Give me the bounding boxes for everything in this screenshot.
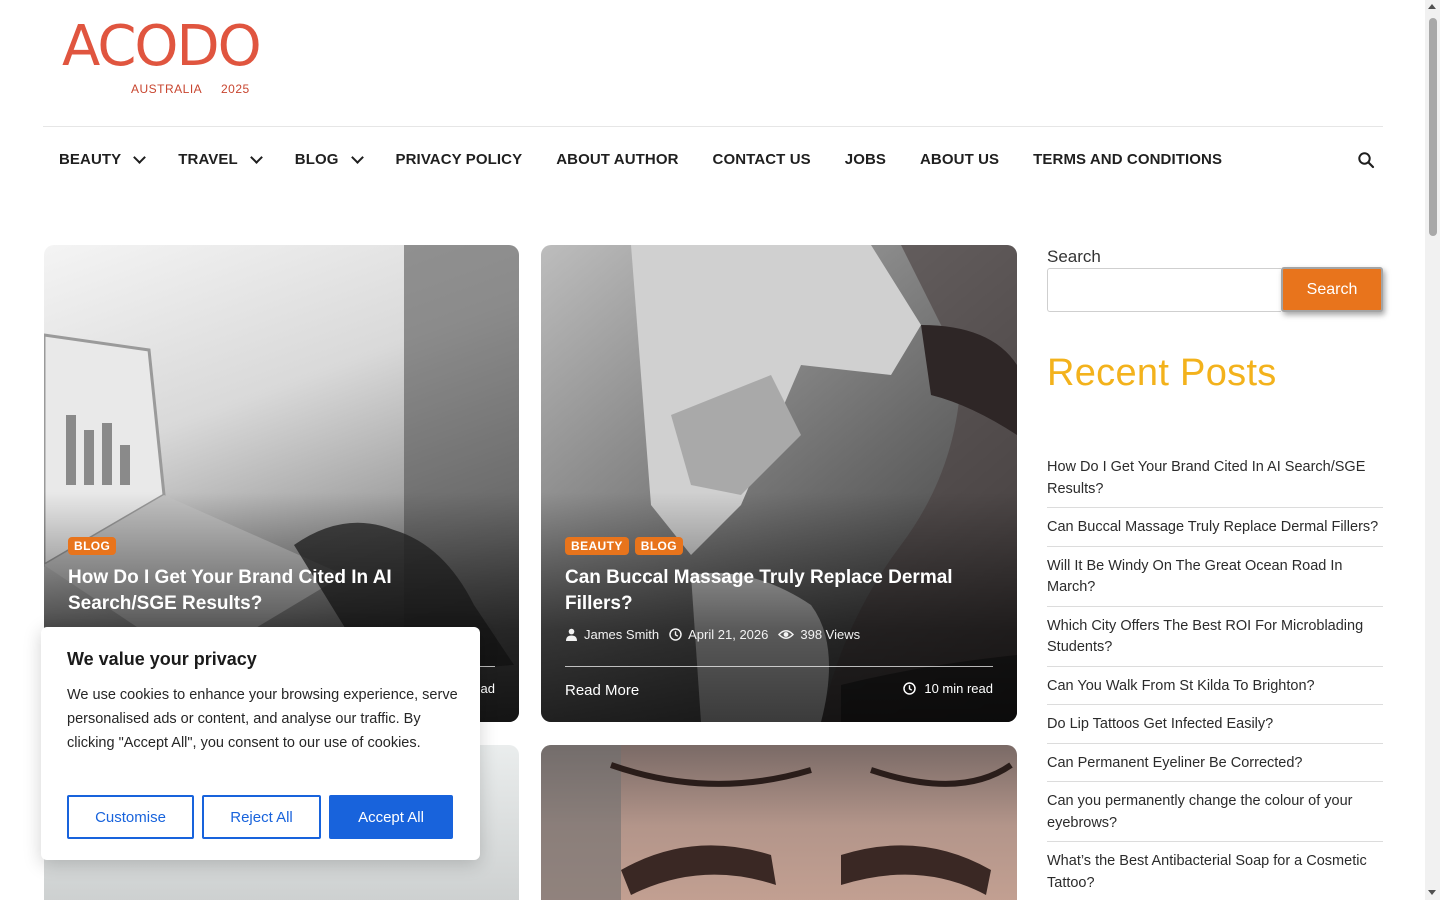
card-divider xyxy=(565,666,993,667)
user-icon xyxy=(566,628,577,641)
nav-item-about-us[interactable]: ABOUT US xyxy=(903,127,1016,192)
scrollbar-thumb[interactable] xyxy=(1429,18,1437,236)
clock-icon xyxy=(903,682,917,695)
post-categories: BEAUTY BLOG xyxy=(565,537,684,555)
post-image xyxy=(541,745,1013,900)
post-card[interactable] xyxy=(541,745,1017,900)
cookie-consent-banner: We value your privacy We use cookies to … xyxy=(41,627,480,860)
post-views: 398 Views xyxy=(778,627,860,642)
nav-item-terms[interactable]: TERMS AND CONDITIONS xyxy=(1016,127,1239,192)
site-logo[interactable]: ACODO AUSTRALIA 2025 xyxy=(62,16,322,106)
accept-all-button[interactable]: Accept All xyxy=(329,795,453,839)
post-card[interactable]: BEAUTY BLOG Can Buccal Massage Truly Rep… xyxy=(541,245,1017,722)
views-label: 398 Views xyxy=(800,627,861,642)
scroll-up-arrow-icon[interactable] xyxy=(1428,4,1436,9)
recent-posts-list: How Do I Get Your Brand Cited In AI Sear… xyxy=(1047,448,1383,900)
author-name: James Smith xyxy=(584,627,660,642)
eye-icon xyxy=(778,630,795,639)
nav-label: BLOG xyxy=(294,151,339,168)
post-author[interactable]: James Smith xyxy=(565,627,659,642)
nav-label: TRAVEL xyxy=(178,151,238,168)
recent-post-link[interactable]: Which City Offers The Best ROI For Micro… xyxy=(1047,607,1383,667)
read-time-label: 10 min read xyxy=(924,681,993,696)
read-time: 10 min read xyxy=(903,681,993,696)
cookie-title: We value your privacy xyxy=(67,649,257,669)
nav-item-beauty[interactable]: BEAUTY xyxy=(43,127,161,192)
post-date[interactable]: April 21, 2026 xyxy=(669,627,768,642)
logo-year: 2025 xyxy=(221,82,250,96)
recent-post-link[interactable]: What’s the Best Antibacterial Soap for a… xyxy=(1047,842,1383,900)
clock-icon xyxy=(669,628,682,641)
nav-item-about-author[interactable]: ABOUT AUTHOR xyxy=(539,127,695,192)
post-title[interactable]: Can Buccal Massage Truly Replace Dermal … xyxy=(565,565,993,617)
search-label: Search xyxy=(1047,247,1101,266)
chevron-down-icon xyxy=(350,150,364,164)
page-scrollbar[interactable] xyxy=(1425,0,1440,900)
search-icon[interactable] xyxy=(1357,151,1375,169)
read-time: ad xyxy=(481,681,495,696)
recent-post-link[interactable]: Can you permanently change the colour of… xyxy=(1047,782,1383,842)
nav-item-privacy-policy[interactable]: PRIVACY POLICY xyxy=(379,127,540,192)
chevron-down-icon xyxy=(249,150,263,164)
nav-item-contact-us[interactable]: CONTACT US xyxy=(696,127,828,192)
nav-label: BEAUTY xyxy=(59,151,122,168)
logo-subtitle: AUSTRALIA xyxy=(131,82,203,96)
read-time-label: ad xyxy=(480,681,495,696)
scroll-down-arrow-icon[interactable] xyxy=(1428,890,1436,895)
category-badge[interactable]: BEAUTY xyxy=(565,537,629,555)
recent-post-link[interactable]: Do Lip Tattoos Get Infected Easily? xyxy=(1047,705,1383,744)
read-more-link[interactable]: Read More xyxy=(565,682,639,699)
post-title[interactable]: How Do I Get Your Brand Cited In AI Sear… xyxy=(68,565,495,617)
nav-item-jobs[interactable]: JOBS xyxy=(828,127,903,192)
nav-item-travel[interactable]: TRAVEL xyxy=(161,127,278,192)
nav-item-blog[interactable]: BLOG xyxy=(278,127,379,192)
logo-wordmark: ACODO xyxy=(62,14,262,79)
category-badge[interactable]: BLOG xyxy=(68,537,117,555)
reject-all-button[interactable]: Reject All xyxy=(202,795,321,839)
customise-button[interactable]: Customise xyxy=(67,795,194,839)
search-input[interactable] xyxy=(1047,268,1281,312)
category-badge[interactable]: BLOG xyxy=(634,537,684,555)
search-button[interactable]: Search xyxy=(1281,267,1383,312)
post-meta: James Smith April 21, 2026 398 Views xyxy=(565,627,860,642)
recent-post-link[interactable]: How Do I Get Your Brand Cited In AI Sear… xyxy=(1047,448,1383,508)
recent-post-link[interactable]: Can You Walk From St Kilda To Brighton? xyxy=(1047,667,1383,705)
chevron-down-icon xyxy=(133,150,147,164)
recent-post-link[interactable]: Can Buccal Massage Truly Replace Dermal … xyxy=(1047,508,1383,547)
post-categories: BLOG xyxy=(68,537,117,555)
main-navigation: BEAUTY TRAVEL BLOG PRIVACY POLICY ABOUT … xyxy=(43,127,1383,192)
recent-post-link[interactable]: Can Permanent Eyeliner Be Corrected? xyxy=(1047,744,1383,782)
recent-posts-heading: Recent Posts xyxy=(1047,352,1277,394)
cookie-description: We use cookies to enhance your browsing … xyxy=(67,687,458,751)
date-label: April 21, 2026 xyxy=(688,627,769,642)
recent-post-link[interactable]: Will It Be Windy On The Great Ocean Road… xyxy=(1047,547,1383,607)
